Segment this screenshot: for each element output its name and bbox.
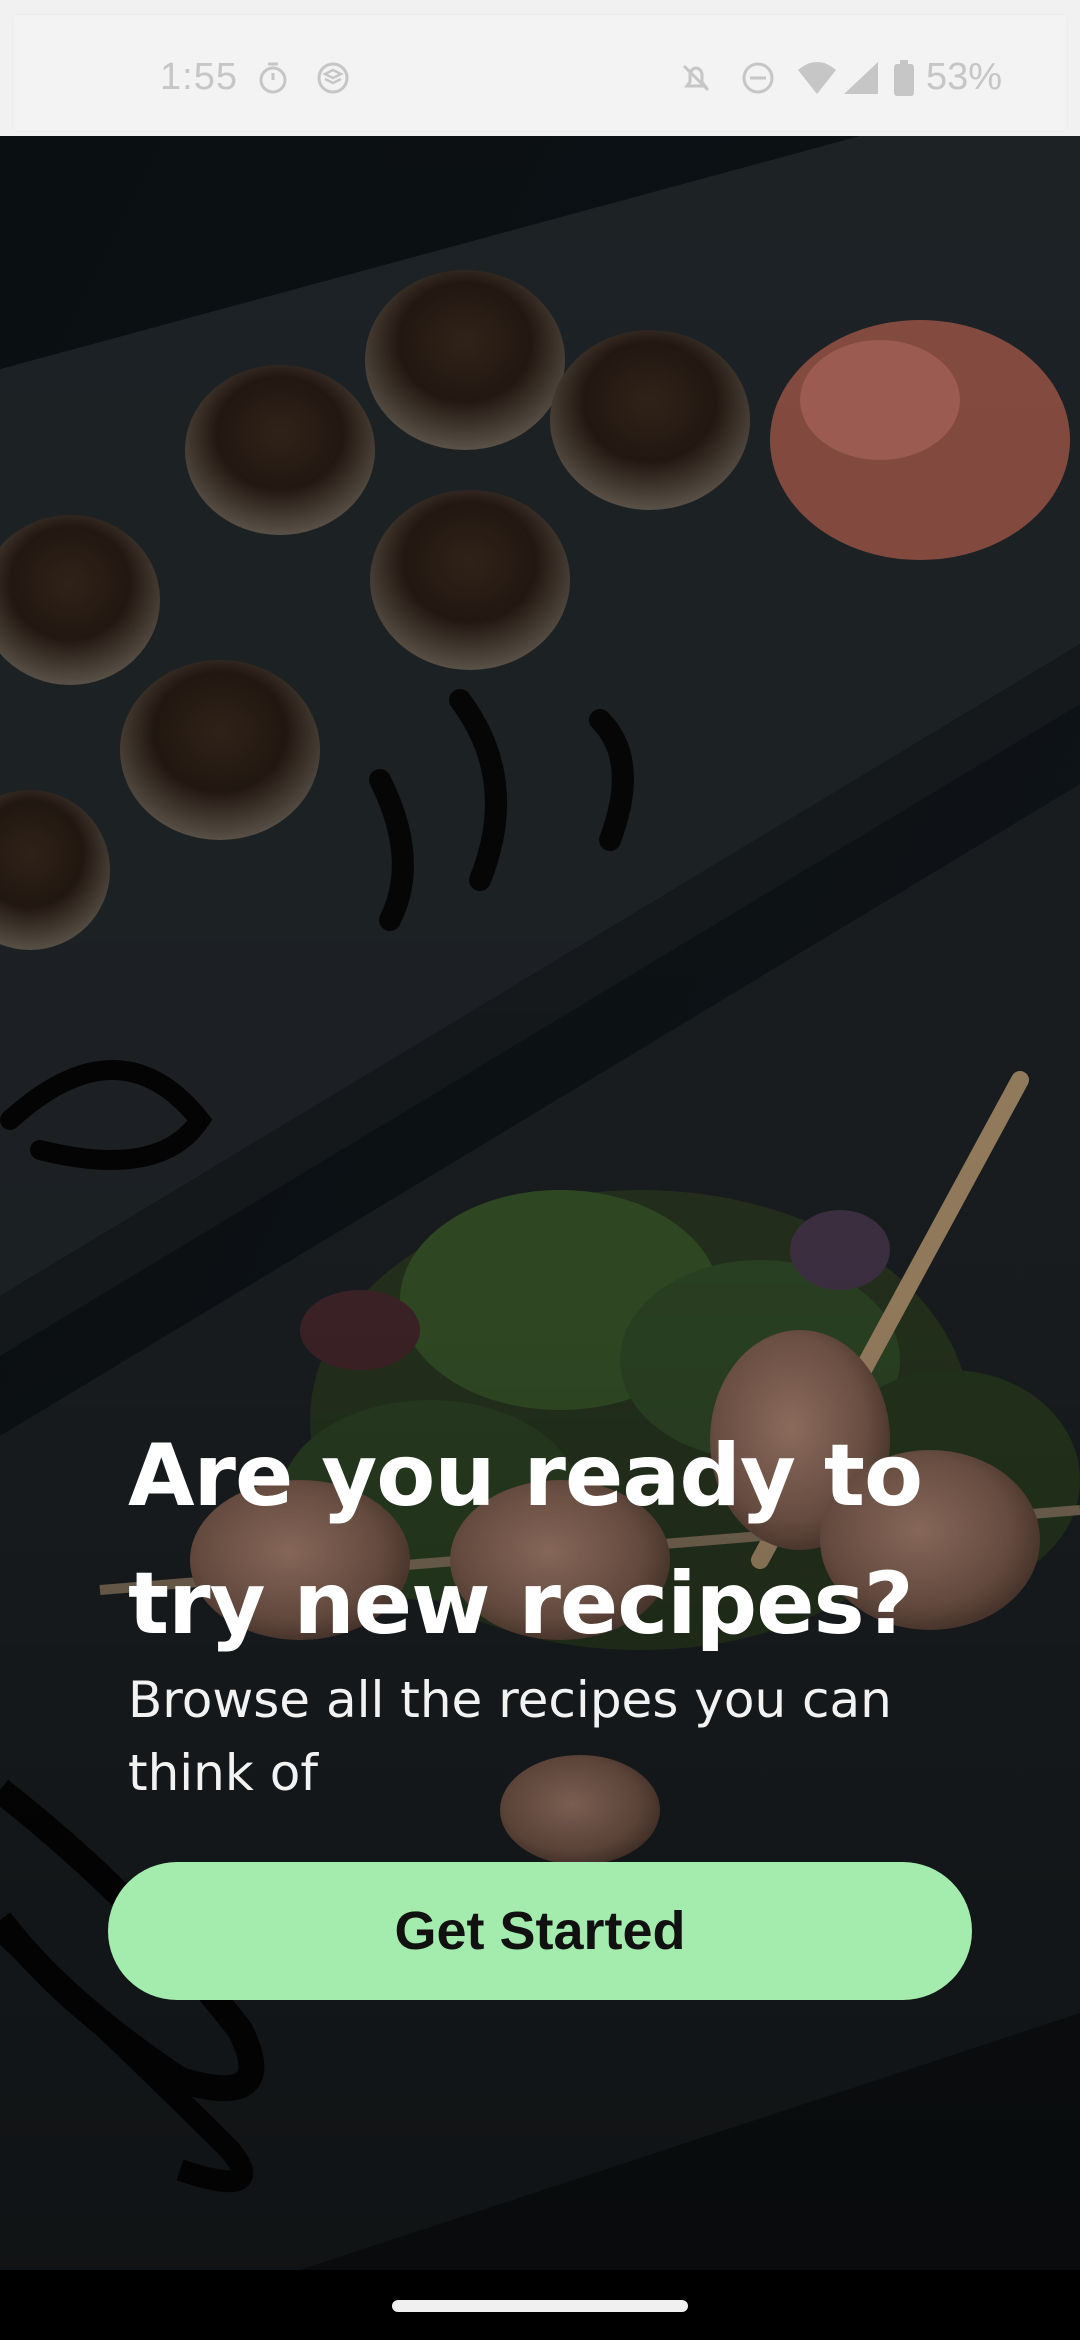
get-started-button[interactable]: Get Started xyxy=(108,1862,972,2000)
home-gesture-handle[interactable] xyxy=(392,2300,688,2312)
battery-percent: 53% xyxy=(926,56,1003,98)
stack-icon xyxy=(317,62,349,94)
status-bar: 1:55 53% xyxy=(0,0,1080,136)
headline: Are you ready to try new recipes? xyxy=(128,1426,923,1654)
timer-icon xyxy=(259,62,287,94)
battery-icon xyxy=(894,60,914,96)
onboarding-screen: 1:55 53% Are you ready to try new recipe… xyxy=(0,0,1080,2340)
signal-icon xyxy=(844,62,878,94)
wifi-icon xyxy=(798,62,836,94)
do-not-disturb-icon xyxy=(742,62,774,94)
subtitle: Browse all the recipes you can think of xyxy=(128,1671,892,1802)
status-time: 1:55 xyxy=(160,56,238,98)
bell-off-icon xyxy=(682,64,710,92)
